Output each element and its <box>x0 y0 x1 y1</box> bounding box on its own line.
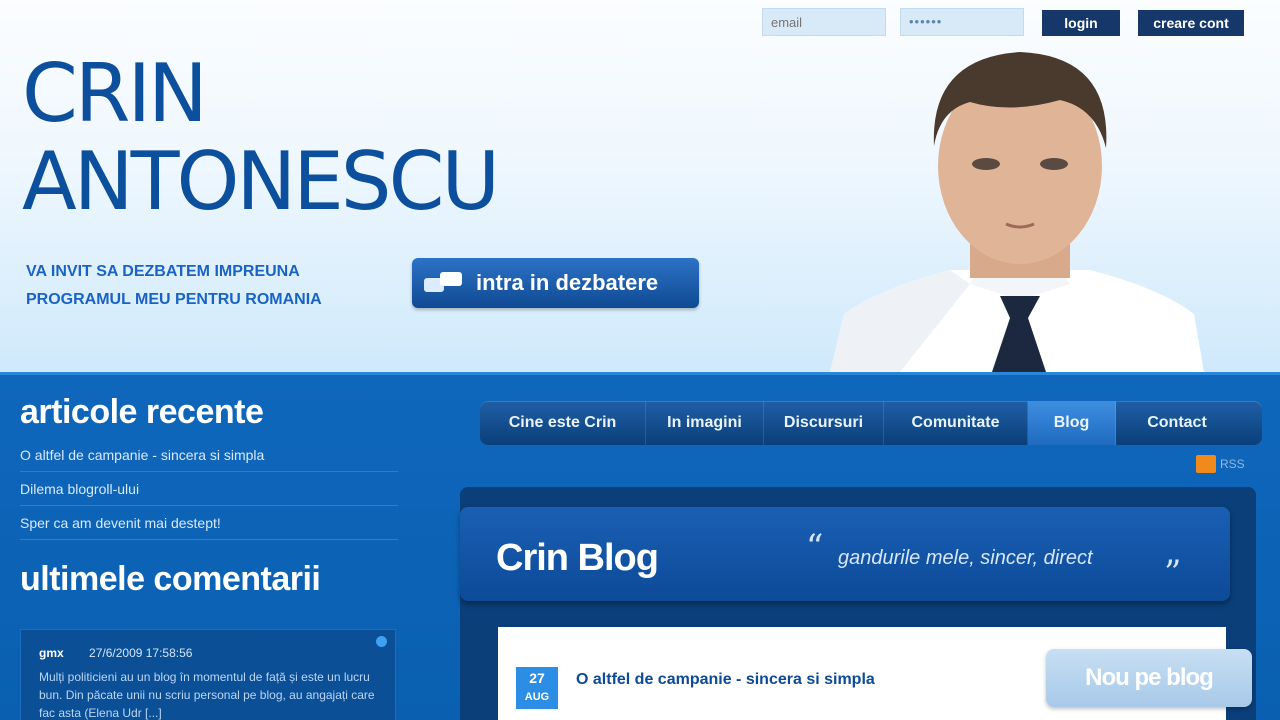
brand-line-1: CRIN <box>22 47 208 140</box>
recent-article-link[interactable]: Dilema blogroll-ului <box>20 472 398 506</box>
main-content: articole recente O altfel de campanie - … <box>0 372 1280 720</box>
post-date-badge: 27 AUG <box>516 667 558 709</box>
recent-article-link[interactable]: O altfel de campanie - sincera si simpla <box>20 438 398 472</box>
recent-articles-list: O altfel de campanie - sincera si simpla… <box>20 438 398 540</box>
password-field[interactable]: •••••• <box>900 8 1024 36</box>
comment-meta: gmx 27/6/2009 17:58:56 <box>39 644 377 662</box>
nav-item-comunitate[interactable]: Comunitate <box>884 401 1028 445</box>
invite-text: VA INVIT SA DEZBATEM IMPREUNA PROGRAMUL … <box>26 258 322 314</box>
invite-line-2: PROGRAMUL MEU PENTRU ROMANIA <box>26 291 322 308</box>
nav-item-discursuri[interactable]: Discursuri <box>764 401 884 445</box>
sidebar: articole recente O altfel de campanie - … <box>20 375 398 599</box>
site-logo[interactable]: CRIN ANTONESCU <box>22 47 500 228</box>
post-month: AUG <box>524 691 550 703</box>
nav-item-contact[interactable]: Contact <box>1116 401 1238 445</box>
header: •••••• login creare cont CRIN ANTONESCU … <box>0 0 1280 372</box>
invite-line-1: VA INVIT SA DEZBATEM IMPREUNA <box>26 263 300 280</box>
main-nav: Cine este Crin In imagini Discursuri Com… <box>480 401 1262 445</box>
post-title-link[interactable]: O altfel de campanie - sincera si simpla <box>576 671 875 689</box>
nav-item-cine-este-crin[interactable]: Cine este Crin <box>480 401 646 445</box>
recent-article-link[interactable]: Sper ca am devenit mai destept! <box>20 506 398 540</box>
comment-card[interactable]: gmx 27/6/2009 17:58:56 Mulți politicieni… <box>20 629 396 720</box>
comment-author: gmx <box>39 646 64 660</box>
post-day: 27 <box>529 670 545 686</box>
blog-title: Crin Blog <box>496 537 659 579</box>
nav-item-in-imagini[interactable]: In imagini <box>646 401 764 445</box>
email-field[interactable] <box>762 8 886 36</box>
latest-comments-heading: ultimele comentarii <box>20 560 321 598</box>
chat-bubbles-icon <box>424 270 464 296</box>
signup-button[interactable]: creare cont <box>1138 10 1244 36</box>
comment-text: Mulți politicieni au un blog în momentul… <box>39 670 375 720</box>
comment-date: 27/6/2009 17:58:56 <box>89 646 193 660</box>
recent-articles-heading: articole recente <box>20 393 264 431</box>
nav-item-blog[interactable]: Blog <box>1028 401 1116 445</box>
close-quote-icon: ” <box>1164 553 1182 593</box>
rss-link[interactable]: RSS <box>1196 455 1245 473</box>
rss-icon <box>1196 455 1216 473</box>
blog-tagline: gandurile mele, sincer, direct <box>838 547 1093 569</box>
brand-line-2: ANTONESCU <box>22 135 500 228</box>
enter-debate-label: intra in dezbatere <box>476 270 659 295</box>
login-button[interactable]: login <box>1042 10 1120 36</box>
candidate-portrait <box>830 52 1204 372</box>
rss-label: RSS <box>1220 457 1245 471</box>
blog-banner: Crin Blog “ gandurile mele, sincer, dire… <box>460 507 1230 601</box>
open-quote-icon: “ <box>806 527 824 567</box>
status-dot-icon <box>376 636 387 647</box>
new-on-blog-button[interactable]: Nou pe blog <box>1046 649 1252 707</box>
enter-debate-button[interactable]: intra in dezbatere <box>412 258 699 308</box>
